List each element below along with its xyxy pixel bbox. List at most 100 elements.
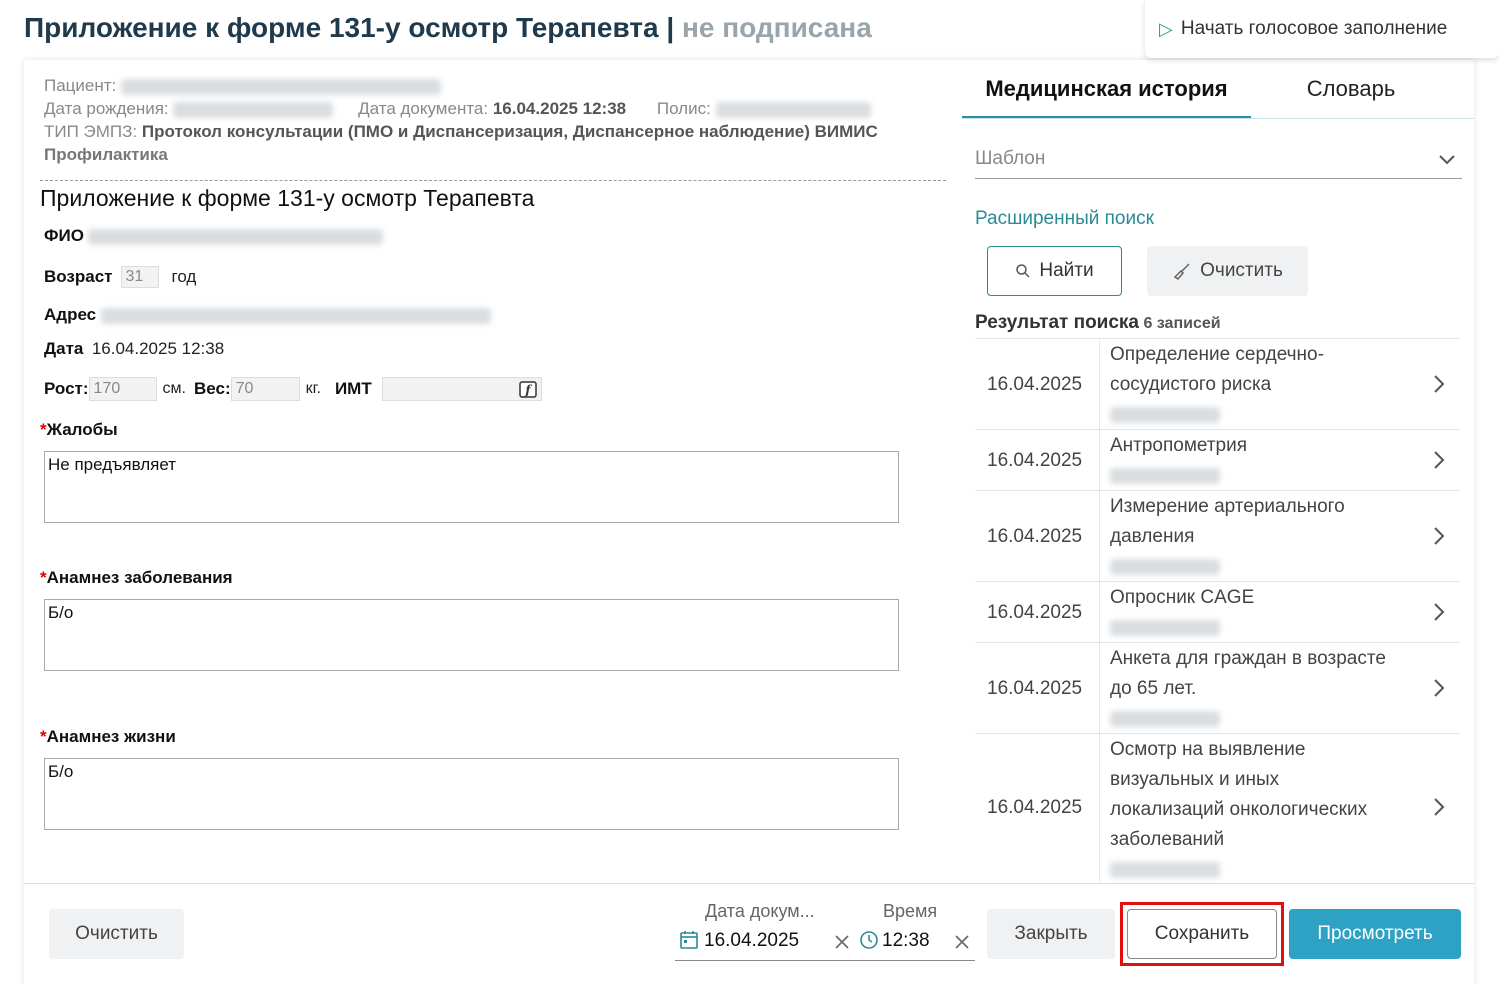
anamnesis-disease-label: Анамнез заболевания [46, 568, 233, 587]
doc-date-field-value: 16.04.2025 [704, 930, 800, 951]
patient-name-redacted [121, 78, 441, 95]
meta-divider [40, 180, 946, 181]
policy-label: Полис: [656, 99, 711, 118]
view-button-label: Просмотреть [1317, 923, 1433, 944]
result-title-line: Осмотр на выявление [1110, 739, 1306, 760]
weight-field[interactable]: 70 [230, 377, 300, 401]
signature-status: не подписана [681, 12, 872, 43]
address-label: Адрес [44, 305, 97, 324]
result-author-redacted [1110, 613, 1410, 643]
chevron-right-icon [1434, 375, 1445, 393]
list-item[interactable]: 16.04.2025 Измерение артериального давле… [975, 490, 1460, 581]
date-row: Дата 16.04.2025 12:38 [44, 339, 224, 359]
age-unit: год [171, 267, 197, 286]
result-title-line: Измерение артериального [1110, 496, 1345, 517]
template-select[interactable]: Шаблон [975, 142, 1462, 179]
doc-date-field-label: Дата докум... [705, 901, 815, 921]
result-author-redacted [1110, 704, 1410, 734]
date-value: 16.04.2025 12:38 [91, 339, 225, 358]
anamnesis-life-label-row: *Анамнез жизни [40, 727, 176, 747]
doc-date-field[interactable]: 16.04.2025 [675, 925, 855, 961]
weight-label: Вес: [193, 379, 231, 398]
age-row: Возраст 31 год [44, 266, 196, 288]
emp-type-value: Протокол консультации (ПМО и Диспансериз… [141, 122, 878, 141]
result-title-line: визуальных и иных [1110, 769, 1280, 790]
voice-fill-label: Начать голосовое заполнение [1180, 18, 1448, 39]
close-button-label: Закрыть [1014, 923, 1088, 944]
chevron-right-icon [1434, 451, 1445, 469]
calendar-icon [680, 931, 698, 949]
result-title: Антропометрия [1110, 431, 1410, 491]
policy-redacted [715, 101, 871, 118]
height-label: Рост: [44, 379, 89, 398]
chevron-right-icon [1434, 603, 1445, 621]
results-title: Результат поиска [975, 312, 1139, 333]
list-item[interactable]: 16.04.2025 Осмотр на выявление визуальны… [975, 733, 1460, 883]
fio-label: ФИО [44, 226, 84, 245]
result-title-line: до 65 лет. [1110, 678, 1197, 699]
chevron-right-icon [1434, 679, 1445, 697]
save-button-label: Сохранить [1154, 923, 1250, 944]
close-button[interactable]: Закрыть [987, 909, 1115, 959]
patient-row: Пациент: [44, 76, 441, 96]
required-mark: * [40, 727, 47, 746]
advanced-search-link[interactable]: Расширенный поиск [975, 208, 1154, 230]
result-title-line: Опросник CAGE [1110, 587, 1255, 608]
result-date: 16.04.2025 [987, 678, 1083, 699]
result-title-line: Антропометрия [1110, 435, 1248, 456]
row-divider [1099, 643, 1100, 733]
emp-type-value-2: Профилактика [44, 145, 168, 164]
voice-fill-button[interactable]: ▷ Начать голосовое заполнение [1145, 0, 1499, 58]
result-title-line: давления [1110, 526, 1195, 547]
clear-date-icon[interactable] [833, 933, 851, 951]
row-divider [1099, 582, 1100, 642]
chevron-down-icon [1439, 155, 1455, 165]
fio-redacted [88, 228, 384, 245]
results-header: Результат поиска 6 записей [975, 312, 1221, 334]
result-date: 16.04.2025 [987, 450, 1083, 471]
list-item[interactable]: 16.04.2025 Анкета для граждан в возрасте… [975, 642, 1460, 733]
chevron-right-icon [1434, 798, 1445, 816]
clear-search-button[interactable]: Очистить [1147, 246, 1308, 296]
result-date: 16.04.2025 [987, 602, 1083, 623]
doc-date-value: 16.04.2025 12:38 [492, 99, 627, 118]
clear-time-icon[interactable] [953, 933, 971, 951]
list-item[interactable]: 16.04.2025 Определение сердечно- сосудис… [975, 338, 1460, 429]
search-icon [1016, 264, 1030, 278]
clock-icon [860, 931, 878, 949]
address-redacted [100, 307, 491, 324]
time-field-value: 12:38 [882, 930, 930, 951]
time-field[interactable]: 12:38 [855, 925, 975, 961]
list-item[interactable]: 16.04.2025 Антропометрия [975, 429, 1460, 490]
result-date: 16.04.2025 [987, 526, 1083, 547]
formula-icon[interactable]: f [518, 381, 537, 398]
list-item[interactable]: 16.04.2025 Опросник CAGE [975, 581, 1460, 642]
complaints-textarea[interactable]: Не предъявляет [44, 451, 899, 523]
view-button[interactable]: Просмотреть [1289, 909, 1461, 959]
result-author-redacted [1110, 855, 1410, 883]
tab-medical-history[interactable]: Медицинская история [962, 76, 1251, 102]
dob-redacted [173, 101, 334, 118]
result-title: Определение сердечно- сосудистого риска [1110, 340, 1410, 430]
tab-dictionary[interactable]: Словарь [1251, 76, 1451, 102]
bmi-field[interactable]: f [381, 377, 542, 401]
dob-row: Дата рождения: Дата документа: 16.04.202… [44, 99, 871, 119]
find-button[interactable]: Найти [987, 246, 1122, 296]
required-mark: * [40, 420, 47, 439]
result-author-redacted [1110, 461, 1410, 491]
result-title: Осмотр на выявление визуальных и иных ло… [1110, 735, 1410, 883]
age-field[interactable]: 31 [120, 266, 159, 288]
result-title: Измерение артериального давления [1110, 492, 1410, 582]
clear-form-button[interactable]: Очистить [49, 909, 184, 959]
height-field[interactable]: 170 [88, 377, 157, 401]
anamnesis-disease-label-row: *Анамнез заболевания [40, 568, 233, 588]
result-author-redacted [1110, 400, 1410, 430]
time-field-label: Время [883, 901, 938, 921]
anamnesis-disease-textarea[interactable]: Б/о [44, 599, 899, 671]
save-button[interactable]: Сохранить [1127, 909, 1277, 959]
emp-type-label: ТИП ЭМПЗ: [44, 122, 138, 141]
anamnesis-life-textarea[interactable]: Б/о [44, 758, 899, 830]
result-title-line: Анкета для граждан в возрасте [1110, 648, 1386, 669]
row-divider [1099, 734, 1100, 883]
clear-search-label: Очистить [1200, 260, 1283, 281]
